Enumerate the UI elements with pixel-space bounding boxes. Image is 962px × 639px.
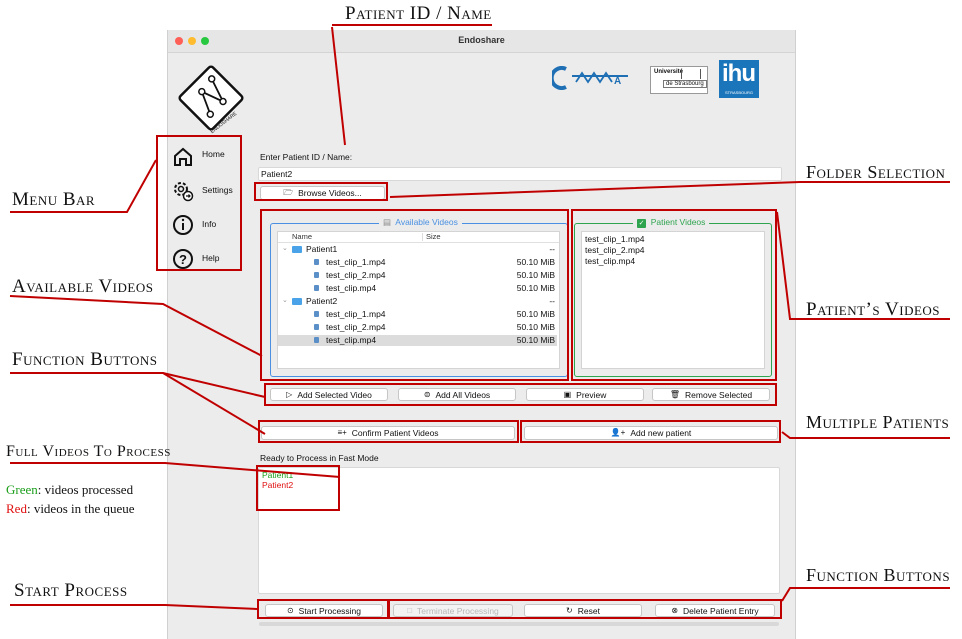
annotation-function-buttons: Function Buttons [12,349,158,370]
annotation-red-key: Red: videos in the queue [6,501,135,517]
annotation-available-videos: Available Videos [12,276,154,297]
annotation-menu-bar: Menu Bar [12,189,96,210]
green-key-desc: : videos processed [37,482,134,497]
annotation-start-process: Start Process [14,580,128,601]
red-key-word: Red [6,501,27,516]
annotation-patients-videos: Patient’s Videos [806,299,941,320]
green-key-word: Green [6,482,38,497]
annotation-function-buttons-bottom: Function Buttons [806,565,951,585]
red-key-desc: : videos in the queue [26,501,135,516]
annotation-multiple-patients: Multiple Patients [806,412,950,432]
annotation-green-key: Green: videos processed [6,482,133,498]
annotation-full-videos: Full Videos To Process [6,443,171,460]
annotation-patient-id: Patient ID / Name [345,3,492,24]
annotation-folder-selection: Folder Selection [806,162,946,182]
